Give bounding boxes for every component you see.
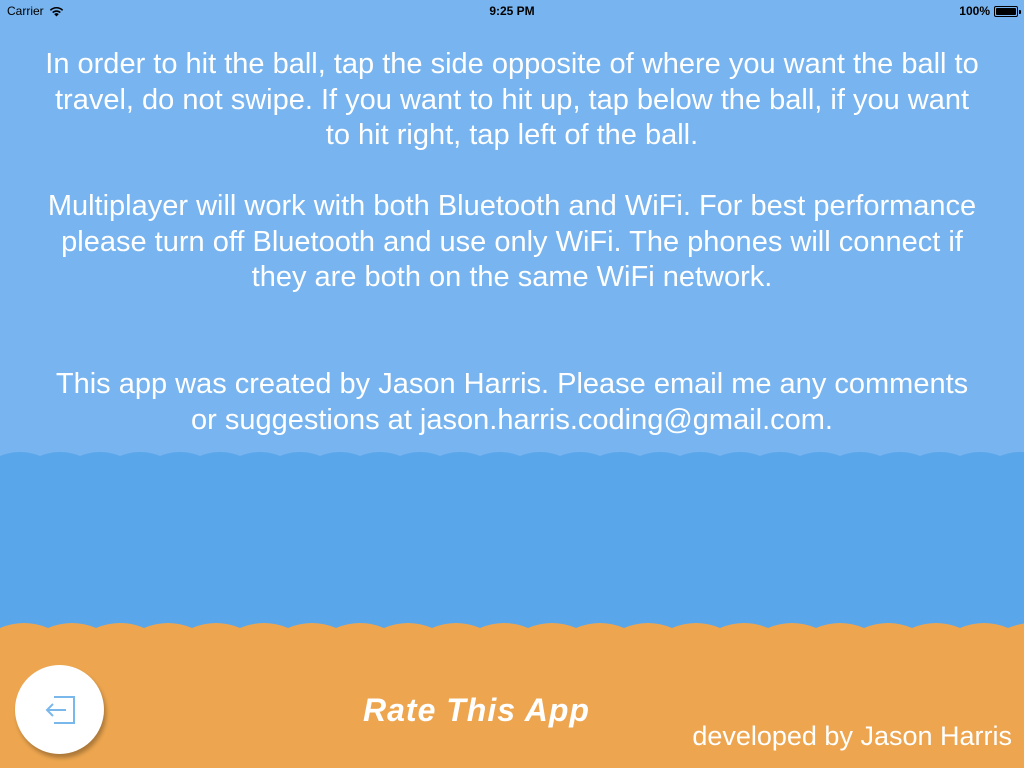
battery-icon	[994, 5, 1021, 17]
developer-credit: developed by Jason Harris	[692, 721, 1012, 751]
instructions-credits: This app was created by Jason Harris. Pl…	[55, 368, 969, 436]
back-button[interactable]	[15, 665, 104, 754]
back-arrow-icon	[42, 695, 78, 725]
instructions-multiplayer: Multiplayer will work with both Bluetoot…	[47, 190, 977, 293]
battery-status: 100%	[959, 4, 1021, 18]
instructions-how-to-hit: In order to hit the ball, tap the side o…	[45, 48, 979, 151]
battery-percent: 100%	[959, 4, 990, 18]
water-background	[0, 452, 1024, 630]
status-time: 9:25 PM	[489, 4, 535, 18]
status-bar: Carrier 9:25 PM 100%	[0, 0, 1024, 22]
battery-level	[996, 7, 1016, 15]
rate-app-button[interactable]: Rate This App	[363, 692, 663, 729]
